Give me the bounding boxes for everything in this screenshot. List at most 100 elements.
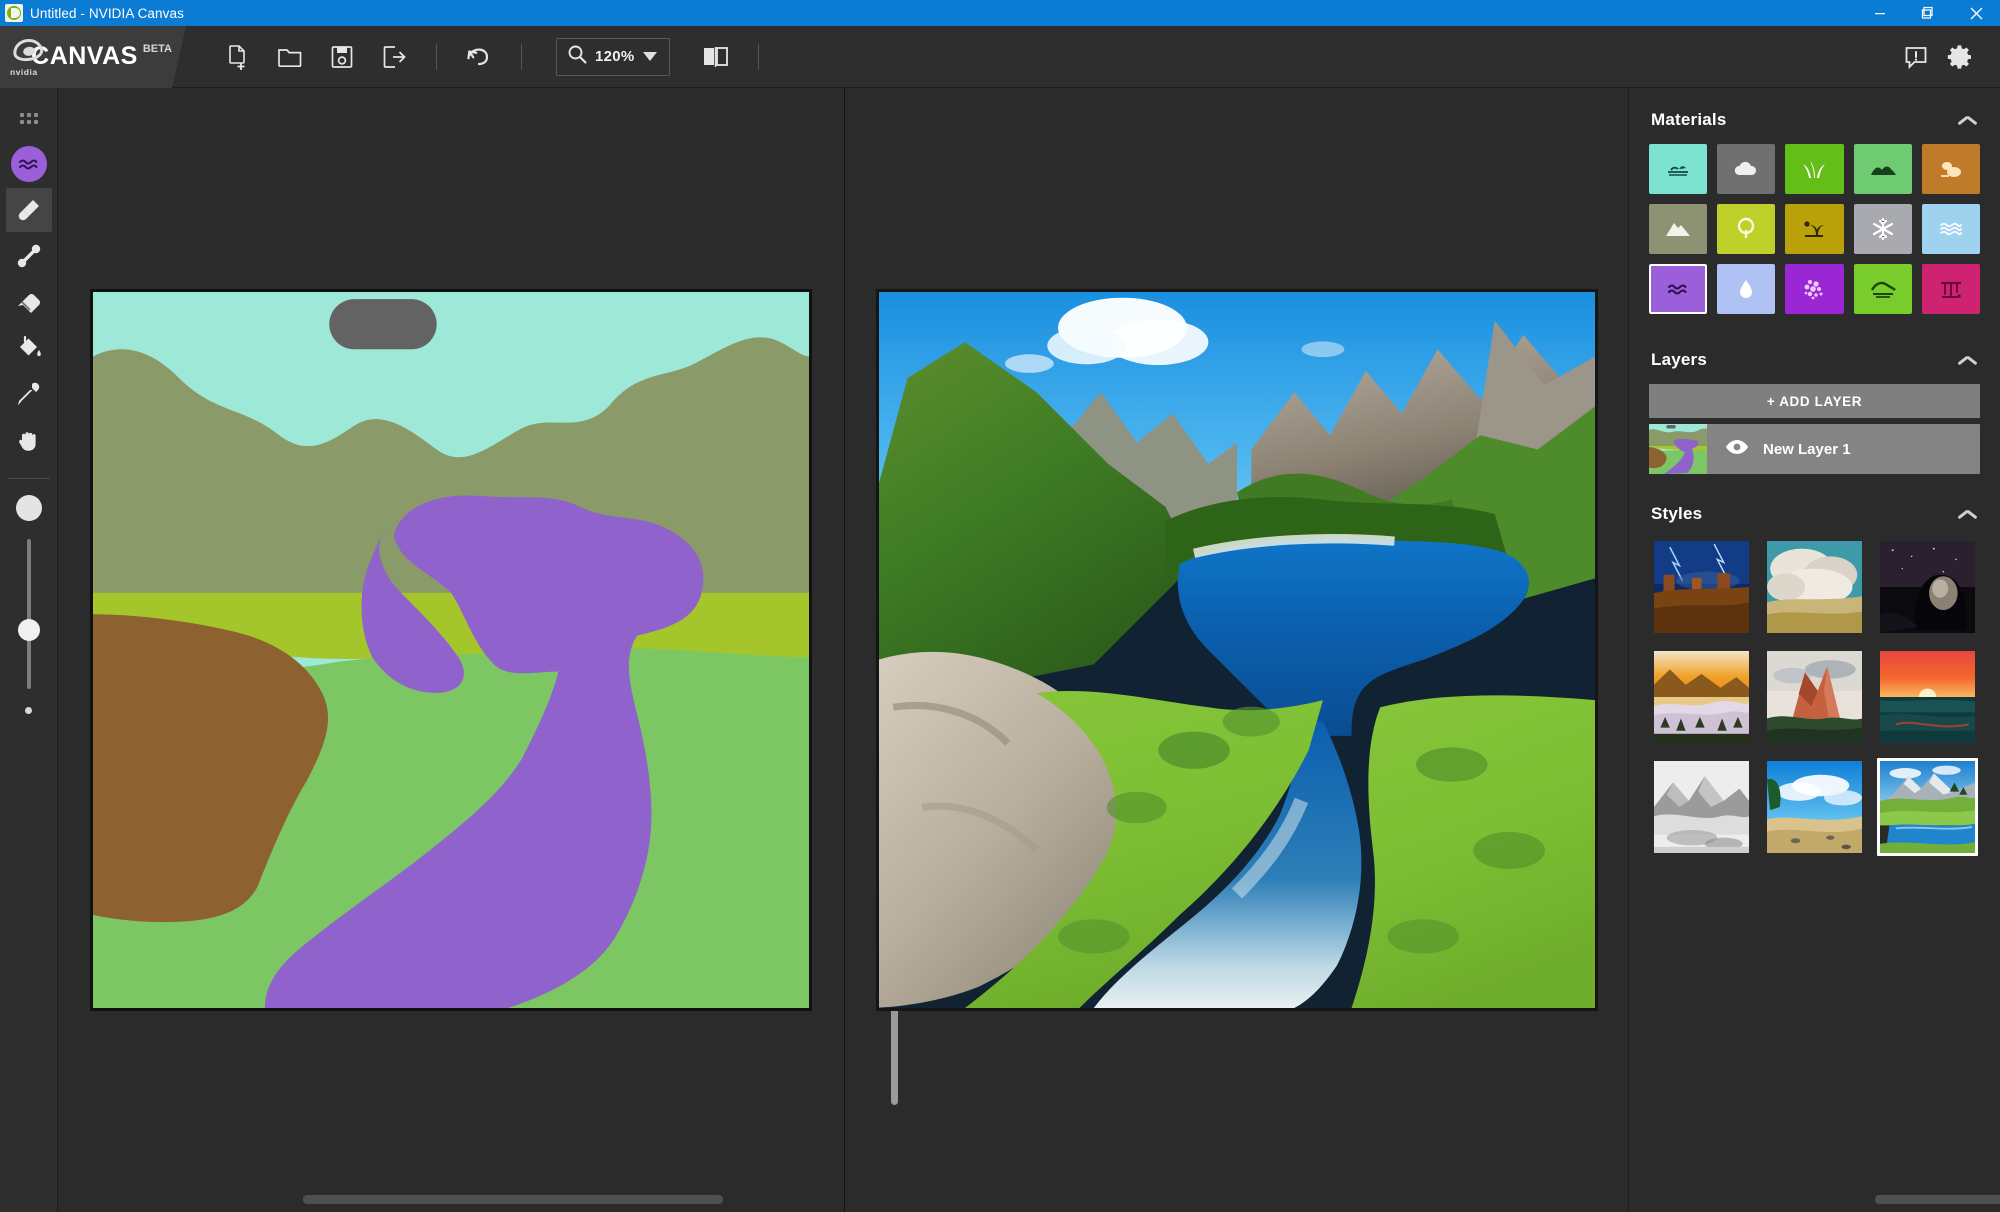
add-layer-button[interactable]: + ADD LAYER (1649, 384, 1980, 418)
style-cloudscape[interactable] (1764, 538, 1865, 636)
material-sand[interactable] (1921, 144, 1980, 194)
new-button[interactable] (216, 35, 260, 79)
material-flowers[interactable] (1785, 264, 1844, 314)
line-tool[interactable] (6, 234, 52, 278)
paintbrush-icon (18, 200, 39, 221)
scrollbar-thumb[interactable] (303, 1195, 723, 1204)
chevron-up-icon[interactable] (1958, 508, 1978, 520)
styles-grid (1629, 538, 2000, 872)
ruins-icon (1940, 281, 1961, 298)
material-sea[interactable] (1649, 144, 1708, 194)
material-hill[interactable] (1853, 144, 1912, 194)
split-view-button[interactable] (694, 35, 738, 79)
chevron-up-icon[interactable] (1958, 354, 1978, 366)
workspace: Materials Layers + ADD LAYER New Layer 1… (0, 88, 2000, 1212)
mountain-icon (1666, 223, 1691, 236)
fill-tool[interactable] (6, 326, 52, 370)
right-panel: Materials Layers + ADD LAYER New Layer 1… (1628, 88, 2000, 1212)
sand-icon (1940, 162, 1961, 177)
render-pane[interactable] (845, 88, 2000, 1212)
river-icon (1668, 284, 1687, 295)
layer-name: New Layer 1 (1763, 440, 1851, 458)
style-blue-shore[interactable] (1764, 758, 1865, 856)
material-desert[interactable] (1785, 204, 1844, 254)
styles-title: Styles (1651, 504, 1703, 523)
slider-handle[interactable] (17, 619, 40, 641)
material-ruins[interactable] (1921, 264, 1980, 314)
ground-icon (1870, 281, 1896, 298)
maximize-button[interactable] (1904, 0, 1952, 26)
chevron-up-icon[interactable] (1958, 114, 1978, 126)
save-button[interactable] (320, 35, 364, 79)
layer-thumbnail (1649, 424, 1707, 474)
scrollbar-thumb[interactable] (1875, 1195, 2000, 1204)
pan-tool[interactable] (6, 418, 52, 462)
grid-dots-icon[interactable] (6, 96, 52, 140)
nvidia-canvas-window: Untitled - NVIDIA Canvas nvidia CANVAS B… (0, 0, 2000, 1212)
toolbar-actions: 120% (216, 35, 771, 79)
style-desert-storm[interactable] (1651, 538, 1752, 636)
app-icon (5, 4, 23, 22)
settings-button[interactable] (1938, 35, 1982, 79)
zoom-control[interactable]: 120% (556, 37, 670, 76)
generated-image (878, 292, 1595, 1008)
main-toolbar: nvidia CANVAS BETA 120% (0, 25, 2000, 88)
brush-size-min-indicator (25, 707, 32, 714)
segmentation-sketch (93, 292, 809, 1008)
open-button[interactable] (268, 35, 312, 79)
sea-icon (1668, 166, 1689, 176)
style-misty-mono[interactable] (1651, 758, 1752, 856)
hill-icon (1870, 166, 1896, 175)
droplet-icon (1740, 280, 1753, 298)
close-button[interactable] (1952, 0, 2000, 26)
feedback-button[interactable] (1894, 35, 1938, 79)
water-swatch-icon (18, 159, 37, 170)
style-night-cave[interactable] (1877, 538, 1978, 636)
material-snow[interactable] (1853, 204, 1912, 254)
layer-row[interactable]: New Layer 1 (1649, 424, 1980, 474)
style-red-peaks[interactable] (1764, 648, 1865, 746)
layers-list: + ADD LAYER New Layer 1 (1629, 384, 2000, 474)
beta-badge: BETA (142, 42, 172, 55)
bush-icon (1738, 217, 1755, 238)
sketch-hscrollbar[interactable] (303, 1195, 723, 1206)
style-golden-fog[interactable] (1651, 648, 1752, 746)
styles-header[interactable]: Styles (1629, 474, 2000, 538)
material-ground[interactable] (1853, 264, 1912, 314)
window-title: Untitled - NVIDIA Canvas (30, 5, 184, 21)
brand-area: nvidia CANVAS BETA (0, 25, 186, 88)
eyedropper-tool[interactable] (6, 372, 52, 416)
cloud-icon (1735, 161, 1757, 175)
nvidia-wordmark: nvidia (10, 66, 38, 77)
toolbar-divider-3 (757, 43, 759, 70)
eraser-icon (17, 293, 40, 313)
undo-button[interactable] (457, 35, 501, 79)
material-river[interactable] (1647, 263, 1709, 315)
eye-icon[interactable] (1725, 439, 1749, 460)
app-name: CANVAS (31, 42, 138, 70)
material-cloud[interactable] (1717, 144, 1776, 194)
export-button[interactable] (372, 35, 416, 79)
sketch-pane[interactable] (58, 88, 844, 1212)
material-fog[interactable] (1717, 264, 1776, 314)
render-artboard[interactable] (875, 289, 1598, 1011)
material-mountain[interactable] (1649, 204, 1708, 254)
materials-header[interactable]: Materials (1629, 88, 2000, 144)
style-ocean-sunset[interactable] (1877, 648, 1978, 746)
style-alpine-lake[interactable] (1877, 758, 1978, 856)
waves-icon (1940, 222, 1962, 236)
layers-header[interactable]: Layers (1629, 324, 2000, 384)
eraser-tool[interactable] (6, 280, 52, 324)
paintbrush-tool[interactable] (5, 188, 52, 232)
zoom-level-value: 120% (595, 48, 635, 65)
snowflake-icon (1872, 217, 1893, 241)
material-grass[interactable] (1785, 144, 1844, 194)
current-material-swatch[interactable] (6, 142, 52, 186)
material-water[interactable] (1921, 204, 1980, 254)
minimize-button[interactable] (1856, 0, 1904, 26)
chevron-down-icon[interactable] (642, 52, 657, 61)
sketch-artboard[interactable] (90, 289, 812, 1011)
render-hscrollbar[interactable] (1875, 1195, 2000, 1206)
material-bush[interactable] (1717, 204, 1776, 254)
brush-size-slider[interactable] (16, 539, 42, 689)
